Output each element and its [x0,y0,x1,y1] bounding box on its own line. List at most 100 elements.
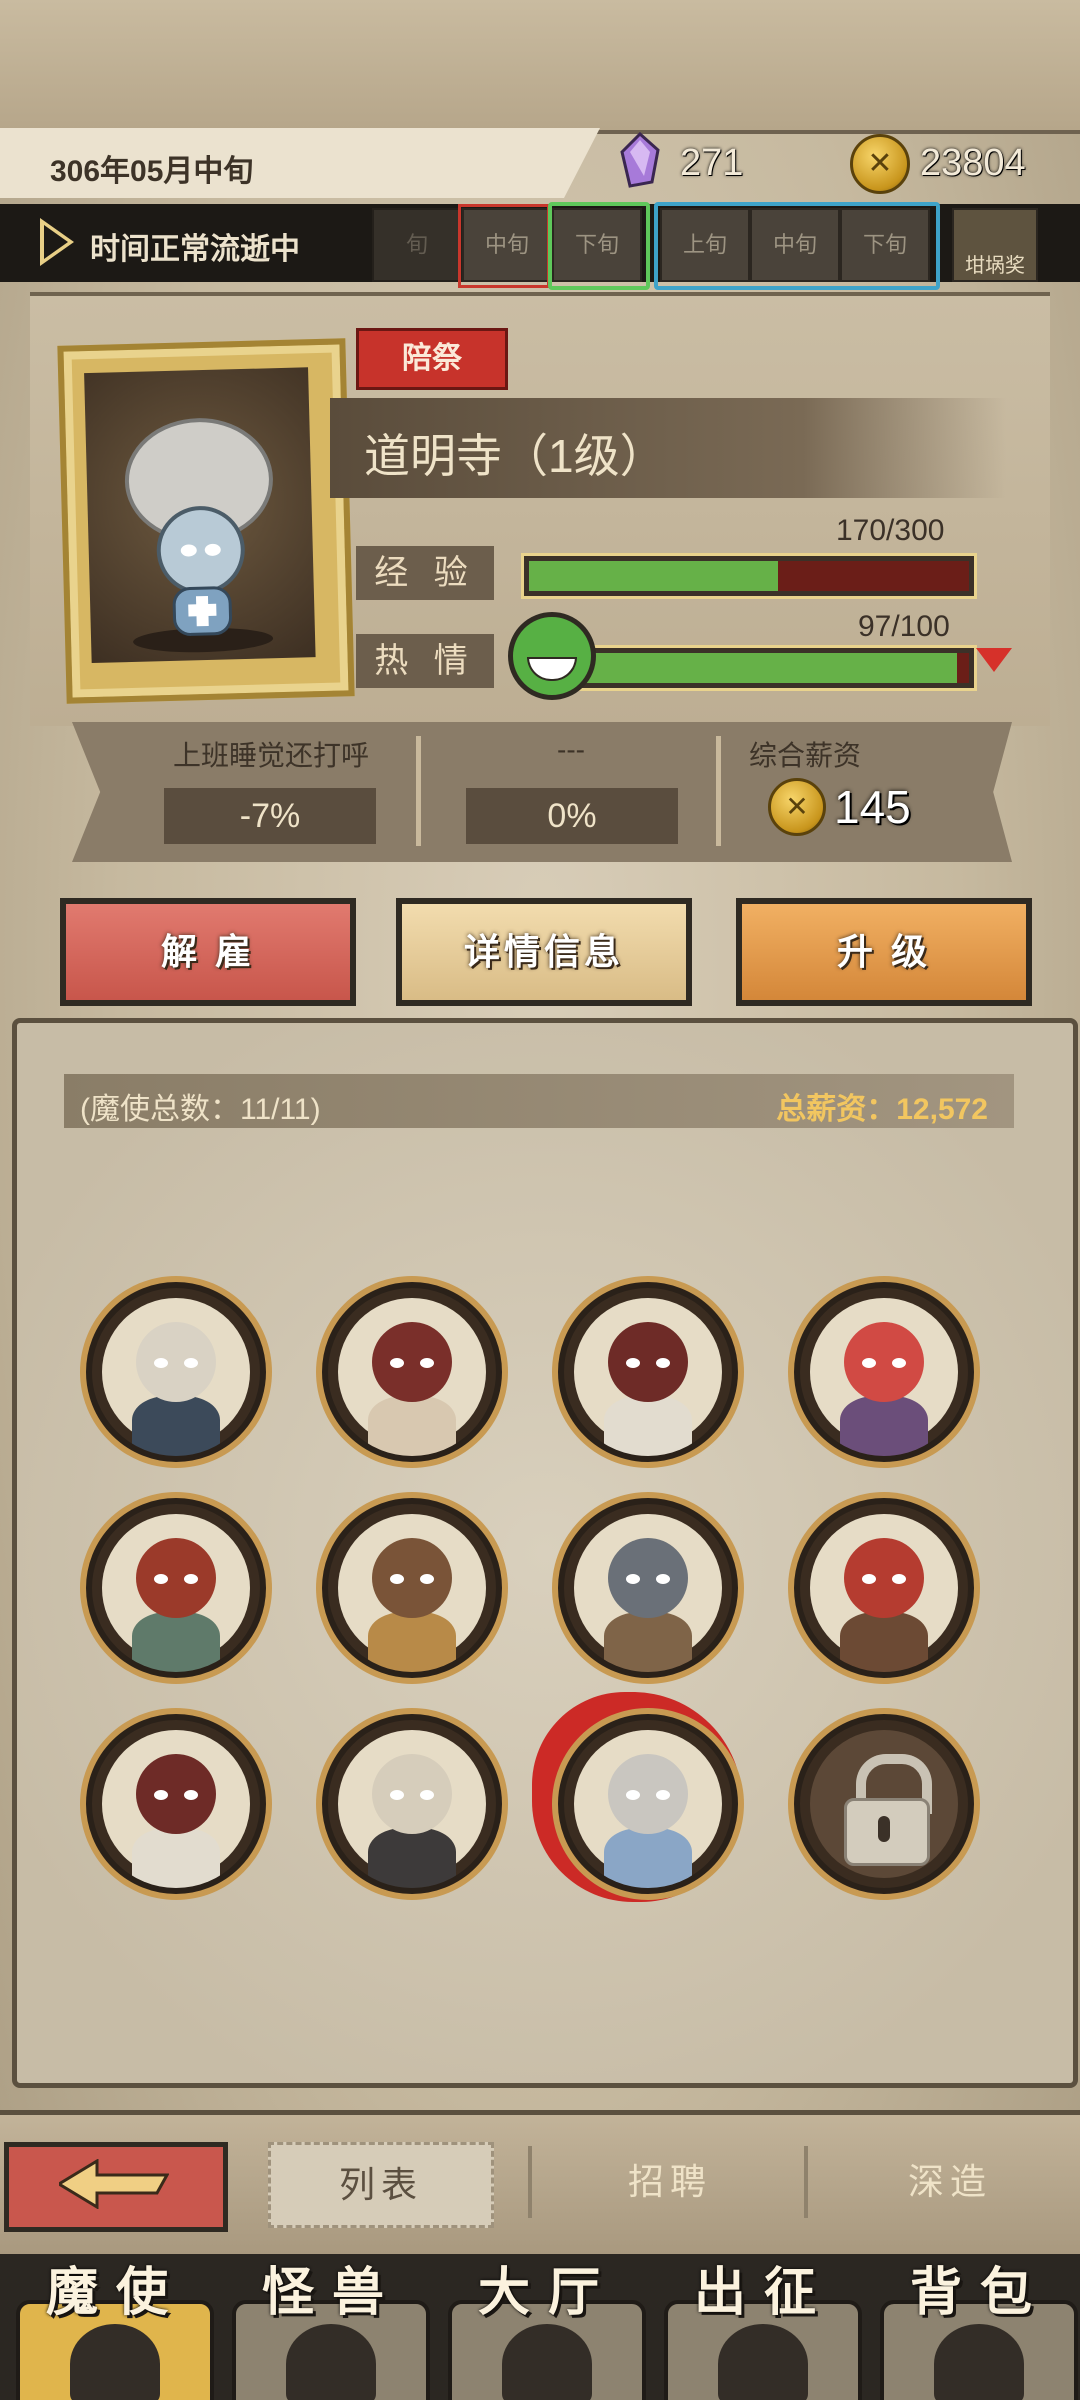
back-arrow-icon [59,2159,169,2209]
date-banner: 306年05月中旬 [0,128,600,198]
nav-label-expedition[interactable]: 出征 [656,2250,872,2325]
play-icon[interactable] [40,218,74,266]
nav-label-envoy[interactable]: 魔使 [8,2250,224,2325]
exp-label: 经 验 [356,546,494,600]
exp-bar-fill [529,561,779,591]
avatar-head [136,1322,216,1402]
avatar-body [604,1396,692,1456]
strip-divider-1 [416,736,421,846]
salary-coin-icon: ✕ [768,778,826,836]
avatar-head [372,1538,452,1618]
avatar-eye [626,1790,640,1800]
avatar-eye [656,1574,670,1584]
avatar-4[interactable] [794,1282,974,1462]
time-status: 时间正常流逝中 [90,233,300,266]
avatar-body [132,1396,220,1456]
happy-face-icon [508,612,596,700]
avatar-11[interactable] [558,1714,738,1894]
avatar-eye [184,1574,198,1584]
salary-label: 综合薪资 [748,740,861,771]
avatar-head [372,1322,452,1402]
avatar-body [840,1612,928,1672]
game-date: 306年05月中旬 [50,155,254,188]
avatar-body [604,1828,692,1888]
avatar-eye [390,1574,404,1584]
nav-label-hall[interactable]: 大厅 [440,2250,656,2325]
nav-label-bag[interactable]: 背包 [872,2250,1080,2325]
avatar-head [136,1754,216,1834]
avatar-head [136,1538,216,1618]
avatar-7[interactable] [558,1498,738,1678]
portrait-frame [57,338,355,704]
role-tag: 陪祭 [356,328,508,390]
back-button[interactable] [4,2142,228,2232]
avatar-eye [892,1358,906,1368]
avatar-head [608,1754,688,1834]
avatar-3[interactable] [558,1282,738,1462]
trait2-value: 0% [466,788,678,844]
hall-icon [502,2324,592,2400]
avatar-body [132,1828,220,1888]
skull-icon [70,2324,160,2400]
avatar-body [132,1612,220,1672]
avatar-eye [390,1358,404,1368]
avatar-eye [184,1358,198,1368]
avatar-eye [154,1574,168,1584]
tab-recruit[interactable]: 招聘 [560,2142,780,2222]
character-portrait [84,367,316,664]
avatar-eye [656,1790,670,1800]
character-name: 道明寺（1级） [364,430,666,482]
tab-divider-1 [528,2146,532,2218]
crystal-icon [620,132,660,188]
avatar-head [608,1538,688,1618]
crystal-count: 271 [680,142,744,184]
avatar-head [608,1322,688,1402]
avatar-eye [420,1574,434,1584]
decrease-arrow-icon [976,648,1012,672]
keyhole [878,1816,890,1842]
passion-bar-fill [565,653,957,683]
avatar-eye [626,1358,640,1368]
avatar-eye [626,1574,640,1584]
avatar-body [604,1612,692,1672]
avatar-1[interactable] [86,1282,266,1462]
passion-value: 97/100 [858,610,950,643]
nav-label-monster[interactable]: 怪兽 [224,2250,440,2325]
tab-deepen[interactable]: 深造 [840,2142,1060,2222]
avatar-9[interactable] [86,1714,266,1894]
avatar-eye [390,1790,404,1800]
employee-count: (魔使总数：11/11) [80,1093,321,1126]
trait1-label: 上班睡觉还打呼 [172,740,369,771]
avatar-head [844,1538,924,1618]
details-button[interactable]: 详情信息 [396,898,692,1006]
avatar-eye [862,1574,876,1584]
avatar-body [368,1396,456,1456]
avatar-10[interactable] [322,1714,502,1894]
expedition-icon [718,2324,808,2400]
name-bar: 道明寺（1级） [330,398,1006,498]
avatar-body [368,1612,456,1672]
upgrade-button[interactable]: 升 级 [736,898,1032,1006]
avatar-locked[interactable] [794,1714,974,1894]
slot-highlight-blue [654,202,940,290]
avatar-body [840,1396,928,1456]
avatar-6[interactable] [322,1498,502,1678]
avatar-2[interactable] [322,1282,502,1462]
gold-count: 23804 [920,142,1026,184]
avatar-head [372,1754,452,1834]
avatar-8[interactable] [794,1498,974,1678]
avatar-head [844,1322,924,1402]
gold-coin-icon: ✕ [850,134,910,194]
tab-list[interactable]: 列表 [268,2142,494,2228]
cauldron-reward-button[interactable]: 坩埚奖 [952,208,1038,282]
exp-value: 170/300 [836,514,945,547]
fire-button[interactable]: 解 雇 [60,898,356,1006]
time-slot-1[interactable]: 旬 [372,208,462,282]
avatar-body [368,1828,456,1888]
avatar-5[interactable] [86,1498,266,1678]
avatar-eye [862,1358,876,1368]
passion-label: 热 情 [356,634,494,688]
avatar-eye [420,1358,434,1368]
count-bar: (魔使总数：11/11) 总薪资：12,572 [64,1074,1014,1128]
avatar-eye [892,1574,906,1584]
